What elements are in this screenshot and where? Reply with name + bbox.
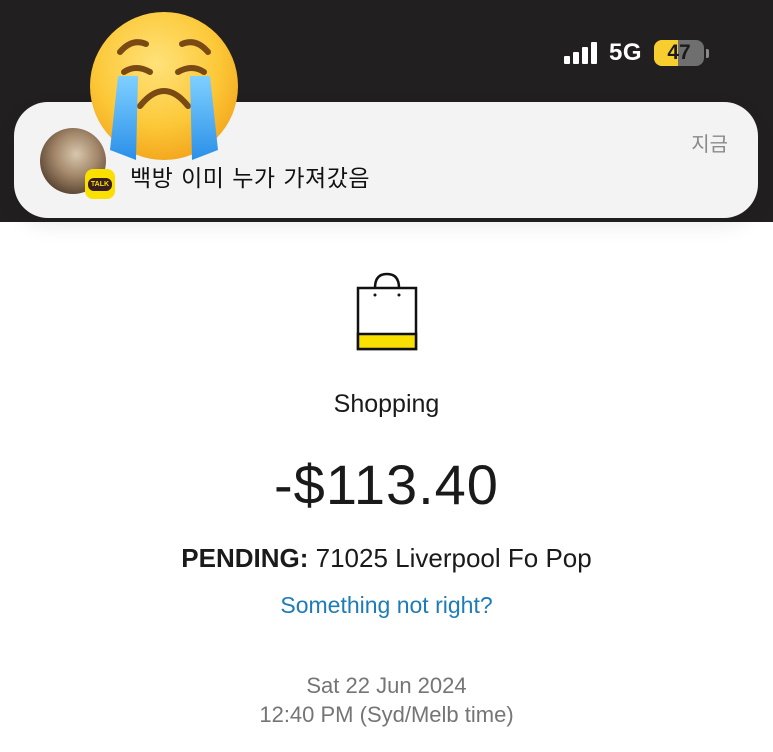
kakaotalk-icon: TALK [85,169,115,199]
transaction-status: PENDING: 71025 Liverpool Fo Pop [0,543,773,574]
status-indicators: 5G 47 [563,36,709,70]
transaction-date: Sat 22 Jun 2024 [306,673,467,698]
transaction-time: 12:40 PM (Syd/Melb time) [259,702,514,727]
crying-face-emoji [90,12,238,160]
pending-label: PENDING: [181,543,309,573]
signal-icon [563,42,597,64]
battery-level: 47 [667,41,691,64]
something-not-right-link[interactable]: Something not right? [0,592,773,619]
transaction-amount: -$113.40 [274,453,499,516]
merchant-name: 71025 Liverpool Fo Pop [315,543,592,573]
notification-time: 지금 [691,132,728,156]
battery-icon: 47 [654,40,709,66]
network-type: 5G [608,39,642,66]
talk-badge-label: TALK [87,177,113,191]
transaction-category: Shopping [333,390,440,418]
notification-message: 백방 이미 누가 가져갔음 [130,166,371,192]
shopping-bag-icon [356,272,418,351]
